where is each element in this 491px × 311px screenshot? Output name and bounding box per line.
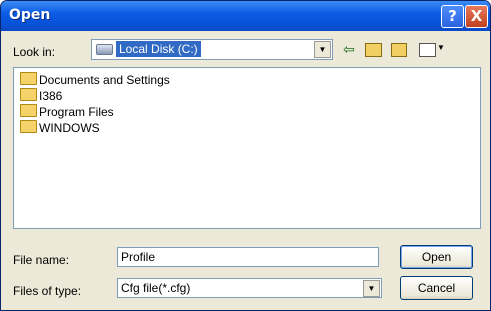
look-in-label: Look in: [13,45,56,59]
help-button[interactable]: ? [441,5,464,28]
file-type-label: Files of type: [13,284,82,298]
list-item[interactable]: I386 [20,88,62,104]
views-dropdown-arrow-icon[interactable]: ▼ [437,41,445,55]
look-in-combobox[interactable]: Local Disk (C:) ▼ [91,39,333,60]
title-bar[interactable]: Open ? X [1,1,490,31]
file-name-label: File name: [13,253,70,267]
folder-icon [20,88,37,101]
cancel-button[interactable]: Cancel [400,276,473,300]
back-arrow-icon[interactable]: ⇦ [343,41,355,57]
open-button[interactable]: Open [400,245,473,269]
up-one-level-icon[interactable] [365,43,382,57]
look-in-value: Local Disk (C:) [116,41,201,57]
list-item-label: WINDOWS [39,121,100,135]
file-type-combobox[interactable]: Cfg file(*.cfg) ▼ [117,278,382,298]
open-dialog: Open ? X Look in: Local Disk (C:) ▼ ⇦ ▼ … [0,0,491,311]
folder-icon [20,120,37,133]
folder-icon [20,104,37,117]
list-item[interactable]: Documents and Settings [20,72,170,88]
file-name-input[interactable]: Profile [117,247,379,267]
chevron-down-icon[interactable]: ▼ [363,280,380,297]
list-item[interactable]: WINDOWS [20,120,100,136]
folder-icon [20,72,37,85]
chevron-down-icon[interactable]: ▼ [314,41,331,58]
close-button[interactable]: X [465,5,488,28]
new-folder-icon[interactable] [391,43,407,57]
list-item-label: Documents and Settings [39,73,170,87]
list-item-label: Program Files [39,105,114,119]
hard-disk-icon [96,44,113,55]
views-menu-icon[interactable] [419,43,436,57]
list-item-label: I386 [39,89,63,103]
file-list[interactable]: Documents and Settings I386 Program File… [13,67,481,229]
file-type-value: Cfg file(*.cfg) [121,281,191,295]
dialog-title: Open [9,7,51,23]
list-item[interactable]: Program Files [20,104,114,120]
